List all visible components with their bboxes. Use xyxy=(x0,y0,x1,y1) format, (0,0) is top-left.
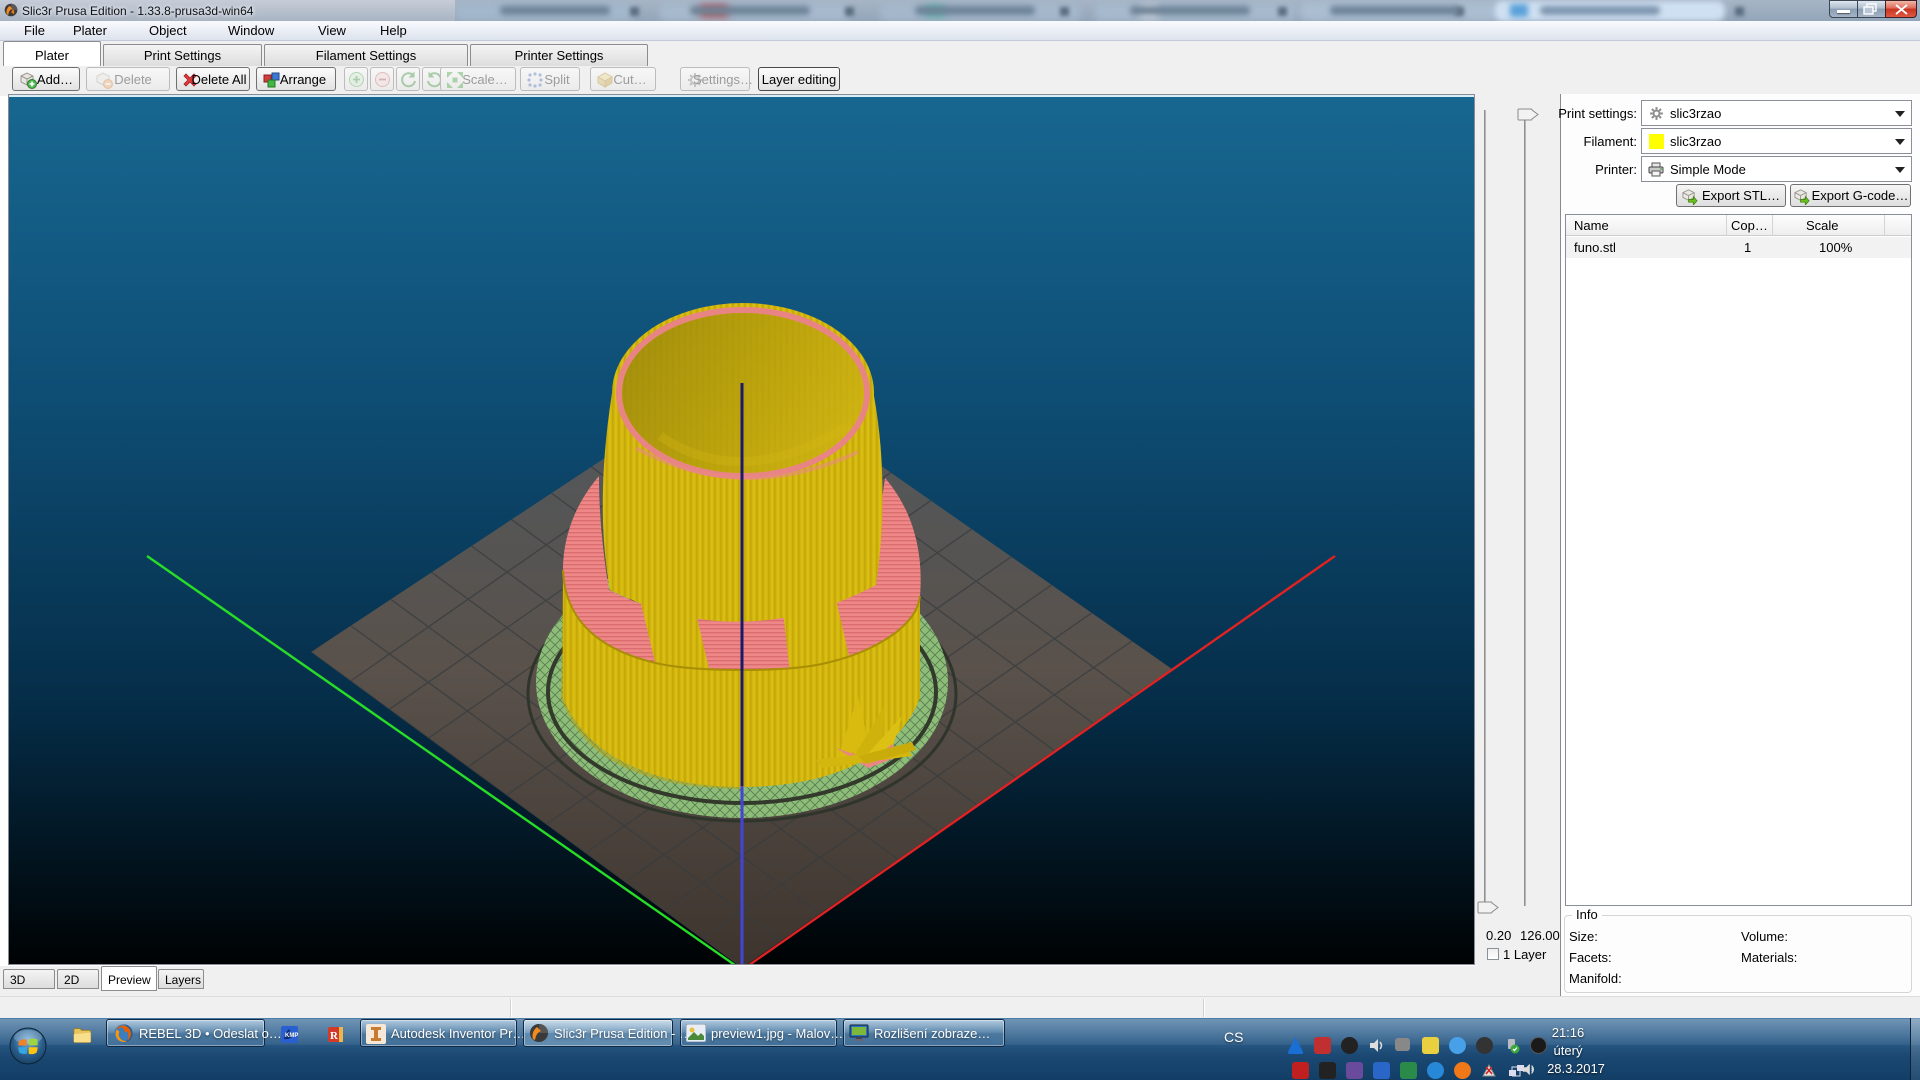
svg-text:KMP: KMP xyxy=(285,1033,298,1039)
svg-text:R: R xyxy=(330,1030,339,1042)
